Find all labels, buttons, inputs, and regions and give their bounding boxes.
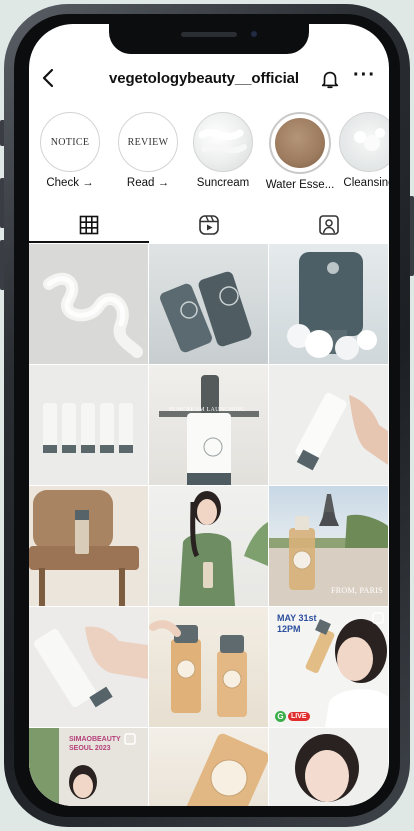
product-tubes-image: [160, 271, 252, 353]
front-camera: [249, 29, 259, 39]
grid-post-seoul[interactable]: SIMAOBEAUTY SEOUL 2023: [29, 728, 148, 806]
grid-post[interactable]: [269, 244, 388, 364]
seoul-line1: SIMAOBEAUTY: [69, 736, 121, 743]
model-with-product-image: [179, 491, 268, 606]
highlight-label: Suncream: [196, 177, 250, 189]
tab-posts-grid[interactable]: [29, 207, 149, 243]
grid-post[interactable]: [269, 728, 388, 806]
highlight-notice[interactable]: NOTICE Check →: [35, 112, 105, 189]
grid-post-paris[interactable]: FROM, PARIS: [269, 486, 388, 606]
reels-icon: [199, 215, 219, 235]
grid-post[interactable]: [29, 244, 148, 364]
grid-post[interactable]: [29, 486, 148, 606]
cream-swatch-image: [43, 272, 143, 358]
tagged-icon: [319, 215, 339, 235]
earpiece-speaker: [181, 32, 237, 37]
essence-drop-image: [275, 118, 325, 168]
grid-post[interactable]: [269, 365, 388, 485]
live-date-text: MAY 31st: [277, 613, 317, 623]
posts-grid: SUNCREAM LAUNCHING FROM, PARIS MAY 31st …: [29, 244, 389, 806]
highlight-water-essence[interactable]: Water Esse...: [265, 112, 335, 191]
active-tab-indicator: [29, 241, 149, 243]
grid-post[interactable]: [29, 607, 148, 727]
profile-header: vegetologybeauty__official ···: [29, 60, 389, 100]
paris-caption: FROM, PARIS: [331, 586, 383, 595]
grid-post[interactable]: [149, 244, 268, 364]
tab-tagged[interactable]: [269, 207, 389, 243]
product-foam-image: [287, 252, 377, 360]
essence-bottles-image: [149, 620, 247, 717]
foam-texture-image: [354, 128, 385, 151]
highlight-cover-text: NOTICE: [50, 136, 90, 148]
grid-post[interactable]: [149, 486, 268, 606]
app-screen: vegetologybeauty__official ··· NOTICE Ch…: [29, 24, 389, 806]
highlight-cover: [269, 112, 331, 174]
highlight-label: Check →: [46, 177, 94, 189]
highlight-cover: [339, 112, 389, 172]
seoul-line2: SEOUL 2023: [69, 745, 111, 752]
launch-product-image: [159, 375, 259, 485]
launch-sign-text: SUNCREAM LAUNCHING: [169, 407, 245, 413]
profile-handle: vegetologybeauty__official: [109, 70, 299, 87]
g-logo-icon: G: [275, 711, 286, 722]
back-arrow-icon[interactable]: [37, 66, 61, 90]
grid-post[interactable]: [149, 728, 268, 806]
product-lineup-image: [43, 403, 133, 453]
grid-post-live[interactable]: MAY 31st 12PM G LIVE: [269, 607, 388, 727]
live-badge: G LIVE: [275, 711, 310, 722]
model-portrait-image: [295, 734, 359, 802]
grid-post[interactable]: [149, 607, 268, 727]
hand-holding-tube-image: [33, 626, 148, 708]
phone-mockup: vegetologybeauty__official ··· NOTICE Ch…: [0, 0, 414, 831]
highlight-label: Read →: [126, 177, 170, 189]
grid-post-launch[interactable]: SUNCREAM LAUNCHING: [149, 365, 268, 485]
story-highlights: NOTICE Check → REVIEW Read → Suncream Wa…: [29, 112, 389, 192]
bottle-closeup-image: [172, 733, 268, 806]
live-time-text: 12PM: [277, 624, 301, 634]
highlight-cleansing[interactable]: Cleansing: [334, 112, 389, 189]
notch: [109, 24, 309, 54]
more-options-icon[interactable]: ···: [353, 64, 376, 87]
highlight-review[interactable]: REVIEW Read →: [113, 112, 183, 189]
tab-reels[interactable]: [149, 207, 269, 243]
highlight-cover: NOTICE: [40, 112, 100, 172]
highlight-suncream[interactable]: Suncream: [188, 112, 258, 189]
highlight-cover: [193, 112, 253, 172]
rattan-chair-image: [29, 486, 148, 606]
hand-holding-tube-image: [295, 392, 388, 471]
highlight-cover: REVIEW: [118, 112, 178, 172]
highlight-label: Cleansing: [343, 177, 389, 189]
highlight-label: Water Esse...: [265, 179, 335, 191]
grid-post[interactable]: [29, 365, 148, 485]
highlight-cover-text: REVIEW: [127, 136, 169, 148]
profile-tabs: [29, 207, 389, 243]
grid-icon: [79, 215, 99, 235]
cream-swatch-image: [198, 129, 247, 154]
bell-icon[interactable]: [319, 68, 341, 90]
live-badge-label: LIVE: [288, 712, 310, 721]
